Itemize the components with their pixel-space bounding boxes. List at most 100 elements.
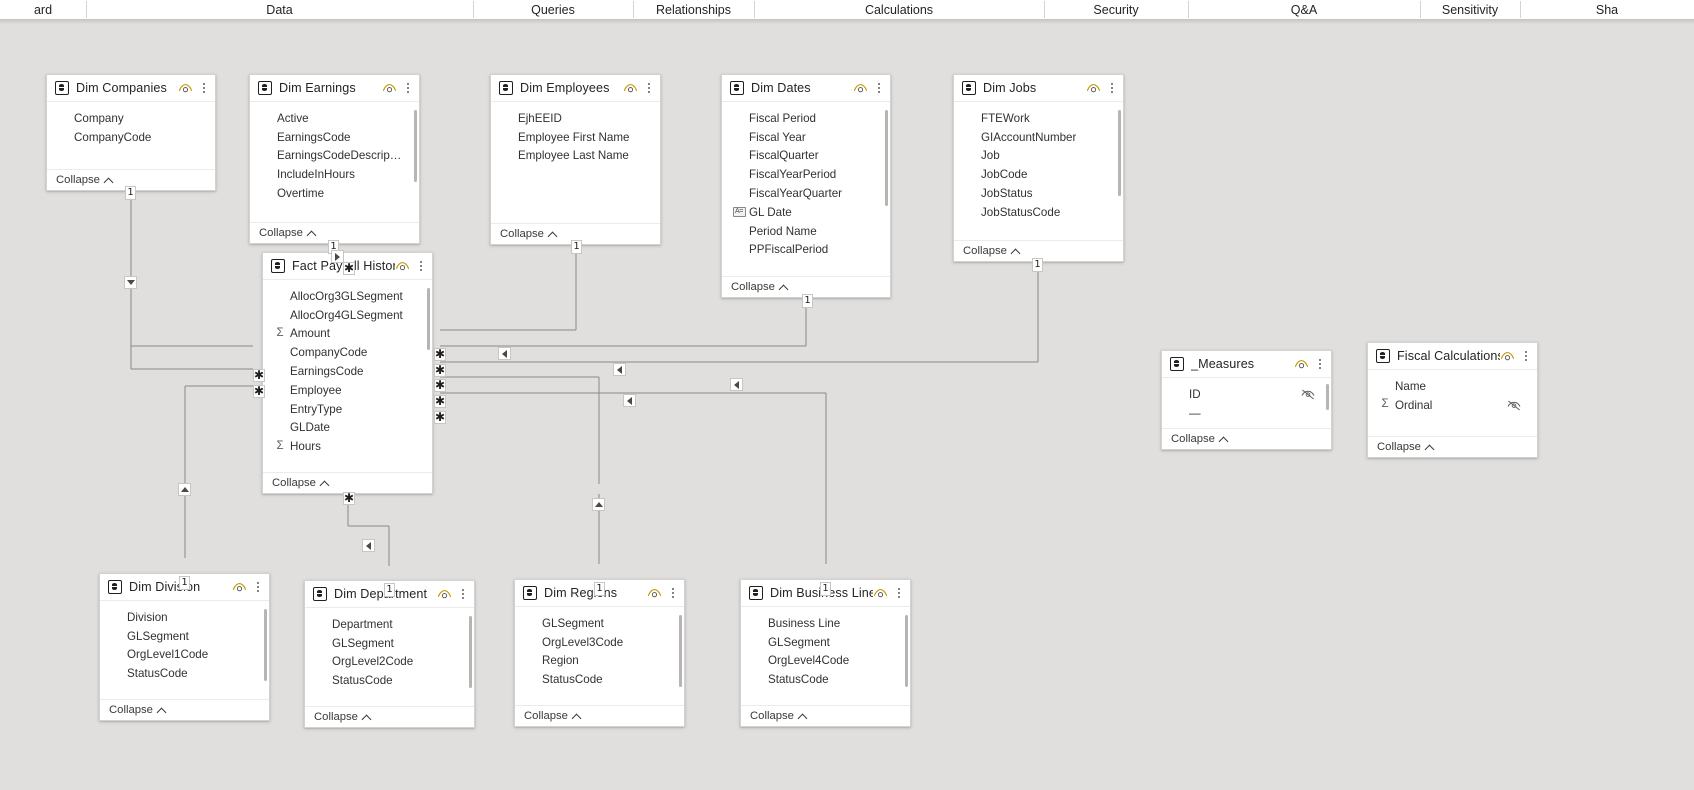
model-diagram-canvas[interactable]: Dim Companies Company CompanyCode Collapse D… (0, 24, 1694, 790)
field-row[interactable]: Employee First Name (491, 128, 660, 147)
table-card-dim-business-line[interactable]: Dim Business LineBusiness LineGLSegmentO… (740, 579, 911, 727)
cross-filter-arrow-up[interactable] (178, 483, 191, 496)
more-options-icon[interactable] (1314, 357, 1325, 371)
field-row[interactable]: AllocOrg3GLSegment (263, 287, 432, 306)
ribbon-tab-sensitivity[interactable]: Sensitivity (1420, 0, 1520, 19)
eye-icon[interactable] (382, 82, 397, 94)
field-row[interactable]: GLDate (263, 419, 432, 438)
collapse-button[interactable]: Collapse (263, 472, 432, 493)
cardinality-badge-one[interactable]: 1 (1032, 258, 1043, 272)
table-card-dim-division[interactable]: Dim Division Division GLSegment OrgLevel1Co… (99, 573, 270, 721)
cross-filter-arrow-down[interactable] (124, 276, 137, 289)
field-list-scrollbar[interactable] (469, 616, 472, 688)
cardinality-badge-many[interactable]: ✱ (343, 262, 355, 275)
table-card-dim-dates[interactable]: Dim Dates Fiscal Period Fiscal Year FiscalQ… (721, 74, 891, 298)
ribbon-tab-security[interactable]: Security (1044, 0, 1188, 19)
cardinality-badge-many[interactable]: ✱ (434, 411, 446, 424)
eye-icon[interactable] (1086, 82, 1101, 94)
more-options-icon[interactable] (1520, 349, 1531, 363)
field-row[interactable]: EarningsCode (263, 362, 432, 381)
field-row[interactable]: Active (250, 109, 419, 128)
cardinality-badge-many[interactable]: ✱ (253, 385, 265, 398)
field-row[interactable]: IncludeInHours (250, 165, 419, 184)
cardinality-badge-one[interactable]: 1 (384, 583, 395, 597)
field-row[interactable]: A= GL Date (722, 203, 890, 222)
field-row[interactable]: PPFiscalPeriod (722, 241, 890, 260)
collapse-button[interactable]: Collapse (741, 705, 910, 726)
field-list-scrollbar[interactable] (885, 110, 888, 206)
ribbon-tab-sha[interactable]: Sha (1520, 0, 1694, 19)
field-row[interactable]: JobStatusCode (954, 203, 1123, 222)
cardinality-badge-many[interactable]: ✱ (434, 379, 446, 392)
cross-filter-arrow-left[interactable] (730, 378, 743, 391)
eye-icon[interactable] (1500, 350, 1515, 362)
cardinality-badge-many[interactable]: ✱ (343, 492, 355, 505)
table-header[interactable]: Dim Dates (722, 75, 890, 102)
field-row[interactable]: OrgLevel4Code (741, 652, 910, 671)
cardinality-badge-one[interactable]: 1 (594, 582, 605, 596)
eye-icon[interactable] (853, 82, 868, 94)
field-row[interactable]: CompanyCode (47, 128, 215, 147)
table-header[interactable]: Dim Jobs (954, 75, 1123, 102)
table-card-dim-employees[interactable]: Dim Employees EjhEEID Employee First Name E… (490, 74, 661, 245)
field-row[interactable]: StatusCode (515, 670, 684, 689)
field-row[interactable]: Employee (263, 381, 432, 400)
more-options-icon[interactable] (893, 586, 904, 600)
field-row[interactable]: Company (47, 109, 215, 128)
ribbon-tab-data[interactable]: Data (86, 0, 473, 19)
field-row[interactable]: Fiscal Period (722, 109, 890, 128)
ribbon-tab-ard[interactable]: ard (0, 0, 86, 19)
table-card-dim-department[interactable]: Dim Department Department GLSegment OrgLeve… (304, 580, 475, 728)
ribbon-tab-queries[interactable]: Queries (473, 0, 633, 19)
more-options-icon[interactable] (402, 81, 413, 95)
field-row[interactable]: Employee Last Name (491, 147, 660, 166)
field-list-scrollbar[interactable] (1326, 384, 1329, 410)
cardinality-badge-one[interactable]: 1 (125, 186, 136, 200)
field-row[interactable]: StatusCode (305, 671, 474, 690)
cross-filter-arrow-right[interactable] (331, 250, 344, 263)
field-row[interactable]: GLSegment (100, 627, 269, 646)
eye-icon[interactable] (232, 581, 247, 593)
ribbon-tab-calculations[interactable]: Calculations (754, 0, 1044, 19)
cardinality-badge-many[interactable]: ✱ (434, 364, 446, 377)
cardinality-badge-one[interactable]: 1 (820, 582, 831, 596)
ribbon-tab-relationships[interactable]: Relationships (633, 0, 754, 19)
field-row[interactable]: StatusCode (741, 670, 910, 689)
cardinality-badge-many[interactable]: ✱ (434, 348, 446, 361)
table-card-dim-earnings[interactable]: Dim Earnings Active EarningsCode EarningsCo… (249, 74, 420, 244)
table-card-dim-jobs[interactable]: Dim Jobs FTEWork GIAccountNumber Job JobCode… (953, 74, 1124, 262)
field-row[interactable]: OrgLevel3Code (515, 633, 684, 652)
table-card-dim-regions[interactable]: Dim Regions GLSegment OrgLevel3Code Region S… (514, 579, 685, 727)
field-row[interactable]: GLSegment (515, 614, 684, 633)
field-row[interactable]: — (1162, 404, 1331, 423)
field-row[interactable]: Region (515, 652, 684, 671)
field-row[interactable]: Period Name (722, 222, 890, 241)
more-options-icon[interactable] (198, 81, 209, 95)
table-header[interactable]: Dim Earnings (250, 75, 419, 102)
more-options-icon[interactable] (415, 259, 426, 273)
more-options-icon[interactable] (873, 81, 884, 95)
collapse-button[interactable]: Collapse (1162, 428, 1331, 449)
field-list-scrollbar[interactable] (679, 615, 682, 687)
table-header[interactable]: Dim Employees (491, 75, 660, 102)
field-row[interactable]: OrgLevel1Code (100, 646, 269, 665)
field-row[interactable]: Overtime (250, 184, 419, 203)
eye-icon[interactable] (623, 82, 638, 94)
ribbon-tab-q-a[interactable]: Q&A (1188, 0, 1420, 19)
cross-filter-arrow-left[interactable] (498, 347, 511, 360)
cardinality-badge-many[interactable]: ✱ (253, 369, 265, 382)
eye-icon[interactable] (1294, 358, 1309, 370)
collapse-button[interactable]: Collapse (305, 706, 474, 727)
field-row[interactable]: Σ Amount (263, 325, 432, 344)
cross-filter-arrow-left[interactable] (362, 539, 375, 552)
cross-filter-arrow-left[interactable] (613, 363, 626, 376)
field-row[interactable]: JobStatus (954, 184, 1123, 203)
cross-filter-arrow-left[interactable] (623, 394, 636, 407)
collapse-button[interactable]: Collapse (100, 699, 269, 720)
field-list-scrollbar[interactable] (414, 110, 417, 182)
table-header[interactable]: Dim Companies (47, 75, 215, 102)
field-row[interactable]: Business Line (741, 614, 910, 633)
field-row[interactable]: FTEWork (954, 109, 1123, 128)
field-row[interactable]: JobCode (954, 165, 1123, 184)
field-row[interactable]: FiscalYearPeriod (722, 165, 890, 184)
